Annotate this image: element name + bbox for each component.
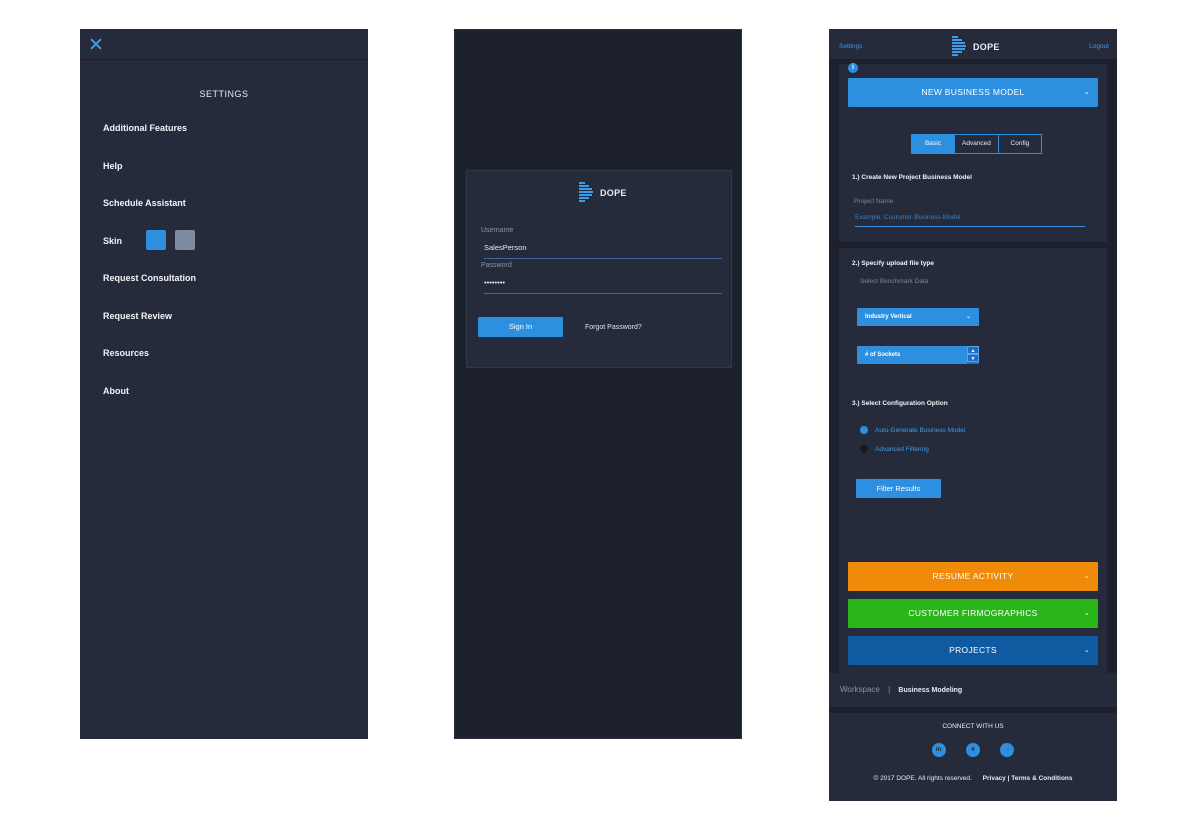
- header-logo: DOPE: [952, 36, 1000, 58]
- forgot-password-link[interactable]: Forgot Password?: [585, 324, 642, 331]
- settings-item-help[interactable]: Help: [103, 161, 196, 199]
- business-model-screen: Settings DOPE Logout i NEW BUSINESS MODE…: [829, 29, 1117, 801]
- chevron-down-icon: ⌄: [1083, 573, 1090, 580]
- stepper-value: # of Sockets: [865, 352, 901, 358]
- dope-logo-icon: [952, 36, 966, 58]
- select-value: Industry Vertical: [865, 314, 912, 320]
- header-logo-text: DOPE: [973, 42, 1000, 52]
- projects-accordion[interactable]: PROJECTS ⌄: [848, 636, 1098, 665]
- skin-swatch-blue[interactable]: [146, 229, 166, 250]
- dope-logo-icon: [579, 182, 593, 204]
- radio-auto-generate[interactable]: Auto-Generate Business Model: [860, 426, 965, 434]
- new-business-model-card: i NEW BUSINESS MODEL ⌄ Basic Advanced Co…: [839, 63, 1107, 242]
- skin-swatch-gray[interactable]: [175, 229, 195, 250]
- radio-label: Advanced Filtering: [875, 445, 929, 453]
- decrement-icon[interactable]: ▼: [967, 354, 979, 362]
- filter-results-button[interactable]: Filter Results: [856, 479, 941, 498]
- tab-advanced[interactable]: Advanced: [955, 134, 999, 154]
- upload-type-card: 2.) Specify upload file type Select Benc…: [839, 248, 1107, 408]
- app-header: Settings DOPE Logout: [829, 29, 1117, 60]
- breadcrumb-separator: |: [888, 685, 891, 694]
- privacy-link[interactable]: Privacy: [983, 775, 1006, 782]
- username-label: Username: [481, 227, 514, 234]
- settings-item-request-consultation[interactable]: Request Consultation: [103, 273, 196, 311]
- increment-icon[interactable]: ▲: [967, 346, 979, 354]
- step3-title: 3.) Select Configuration Option: [852, 400, 948, 407]
- stepper-controls: ▲ ▼: [967, 346, 979, 364]
- chevron-down-icon: ⌄: [1083, 89, 1090, 96]
- terms-link[interactable]: Terms & Conditions: [1011, 775, 1072, 782]
- accordion-label: NEW BUSINESS MODEL: [921, 87, 1025, 97]
- logo-text: DOPE: [600, 188, 627, 198]
- login-logo: DOPE: [579, 182, 627, 204]
- settings-panel: SETTINGS Additional Features Help Schedu…: [80, 29, 368, 739]
- new-business-model-accordion[interactable]: NEW BUSINESS MODEL ⌄: [848, 78, 1098, 107]
- linkedin-icon[interactable]: in: [931, 743, 946, 757]
- step1-title: 1.) Create New Project Business Model: [852, 174, 972, 181]
- settings-menu: Additional Features Help Schedule Assist…: [103, 123, 196, 423]
- chevron-down-icon: ⌄: [965, 314, 971, 320]
- benchmark-label: Select Benchmark Data: [860, 278, 929, 285]
- chevron-down-icon: ⌄: [1083, 610, 1090, 617]
- tab-basic[interactable]: Basic: [911, 134, 955, 154]
- site-footer: CONNECT WITH US in # ◌ © 2017 DOPE. All …: [829, 713, 1117, 801]
- sign-in-button[interactable]: Sign In: [478, 317, 563, 337]
- settings-item-additional-features[interactable]: Additional Features: [103, 123, 196, 161]
- accordion-label: PROJECTS: [949, 645, 997, 655]
- settings-item-skin: Skin: [103, 229, 196, 274]
- project-name-input[interactable]: Example: Customer-Business-Model: [855, 214, 1085, 227]
- radio-advanced-filtering[interactable]: Advanced Filtering: [860, 445, 929, 453]
- radio-label: Auto-Generate Business Model: [875, 426, 966, 434]
- footer-legal: © 2017 DOPE. All rights reserved. Privac…: [829, 775, 1117, 782]
- breadcrumb: Workspace | Business Modeling: [829, 673, 1117, 707]
- resume-activity-accordion[interactable]: RESUME ACTIVITY ⌄: [848, 562, 1098, 591]
- settings-item-resources[interactable]: Resources: [103, 348, 196, 386]
- close-icon[interactable]: [90, 38, 102, 50]
- copyright-text: © 2017 DOPE. All rights reserved.: [873, 775, 972, 782]
- mode-tabs: Basic Advanced Config: [911, 134, 1042, 154]
- settings-item-about[interactable]: About: [103, 386, 196, 424]
- password-field[interactable]: ••••••••: [484, 278, 722, 294]
- customer-firmographics-accordion[interactable]: CUSTOMER FIRMOGRAPHICS ⌄: [848, 599, 1098, 628]
- project-name-label: Project Name: [854, 198, 894, 205]
- settings-title: SETTINGS: [199, 89, 249, 99]
- legal-separator: |: [1007, 775, 1010, 782]
- username-field[interactable]: SalesPerson: [484, 243, 722, 259]
- industry-vertical-select[interactable]: Industry Vertical ⌄: [857, 308, 979, 326]
- slack-icon[interactable]: #: [966, 743, 980, 757]
- share-icon[interactable]: ◌: [1000, 743, 1015, 757]
- config-option-card: 3.) Select Configuration Option Auto-Gen…: [839, 387, 1107, 687]
- logout-link[interactable]: Logout: [1089, 43, 1109, 50]
- radio-unselected-icon: [860, 445, 868, 453]
- settings-topbar: [80, 29, 368, 60]
- login-card: DOPE Username SalesPerson Password •••••…: [466, 170, 732, 368]
- step2-title: 2.) Specify upload file type: [852, 260, 934, 267]
- info-icon[interactable]: i: [848, 63, 858, 73]
- password-label: Password: [481, 262, 512, 269]
- accordion-label: CUSTOMER FIRMOGRAPHICS: [908, 608, 1038, 618]
- login-screen: DOPE Username SalesPerson Password •••••…: [454, 29, 742, 739]
- chevron-down-icon: ⌄: [1083, 647, 1090, 654]
- radio-selected-icon: [860, 426, 868, 434]
- sockets-stepper[interactable]: # of Sockets ▲ ▼: [857, 346, 979, 364]
- social-links: in # ◌: [829, 738, 1117, 757]
- tab-config[interactable]: Config: [998, 134, 1042, 154]
- accordion-label: RESUME ACTIVITY: [932, 571, 1014, 581]
- breadcrumb-current: Business Modeling: [898, 687, 963, 694]
- settings-item-request-review[interactable]: Request Review: [103, 311, 196, 349]
- breadcrumb-root[interactable]: Workspace: [840, 685, 880, 694]
- skin-label: Skin: [103, 235, 123, 246]
- settings-link[interactable]: Settings: [839, 43, 863, 50]
- connect-heading: CONNECT WITH US: [942, 723, 1004, 730]
